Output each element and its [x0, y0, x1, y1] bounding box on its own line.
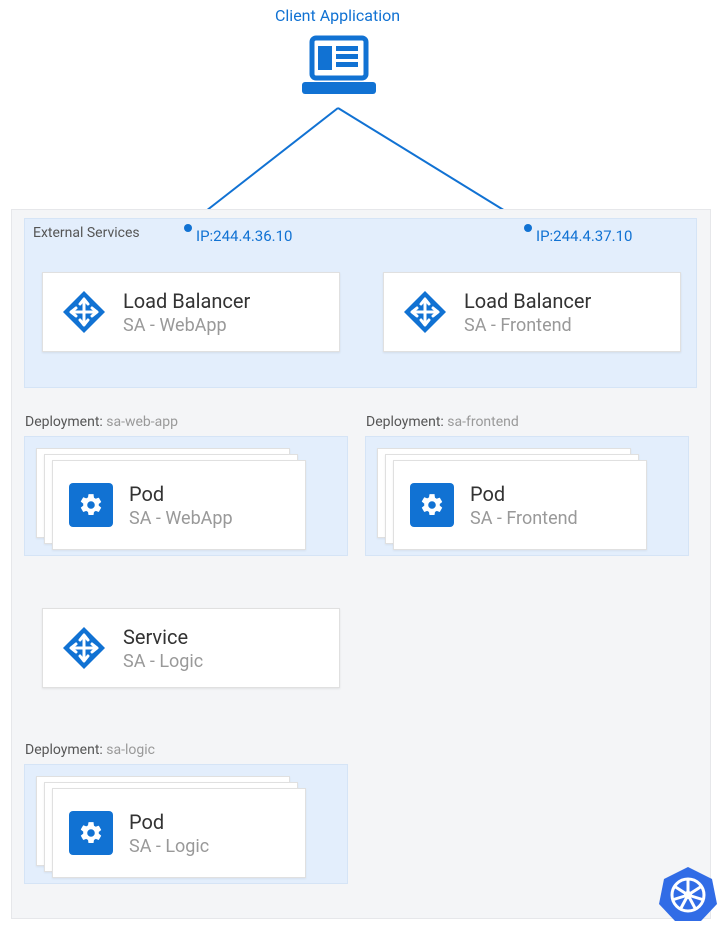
- deployment-label: Deployment: sa-web-app: [25, 414, 178, 430]
- deployment-label: Deployment: sa-frontend: [366, 414, 519, 430]
- endpoint-dot: [524, 224, 532, 232]
- deployment-label-value: sa-frontend: [447, 414, 519, 430]
- gear-icon: [69, 483, 113, 527]
- card-title: Pod: [129, 810, 209, 834]
- external-services-label: External Services: [33, 225, 140, 241]
- card-title: Pod: [129, 482, 233, 506]
- card-subtitle: SA - Logic: [123, 651, 203, 672]
- service-icon: [61, 625, 107, 671]
- pod-webapp-card: Pod SA - WebApp: [52, 460, 306, 550]
- kubernetes-icon: [658, 864, 718, 924]
- card-subtitle: SA - WebApp: [123, 315, 250, 336]
- client-app-label: Client Application: [275, 6, 400, 25]
- load-balancer-icon: [402, 289, 448, 335]
- deployment-label-prefix: Deployment:: [25, 414, 106, 430]
- load-balancer-left-card: Load Balancer SA - WebApp: [42, 272, 340, 352]
- card-subtitle: SA - Frontend: [464, 315, 591, 336]
- card-title: Pod: [470, 482, 578, 506]
- deployment-label-prefix: Deployment:: [25, 742, 106, 758]
- deployment-label: Deployment: sa-logic: [25, 742, 155, 758]
- load-balancer-right-card: Load Balancer SA - Frontend: [383, 272, 681, 352]
- gear-icon: [69, 811, 113, 855]
- pod-logic-card: Pod SA - Logic: [52, 788, 306, 878]
- card-title: Load Balancer: [464, 289, 591, 313]
- deployment-label-prefix: Deployment:: [366, 414, 447, 430]
- laptop-icon: [302, 34, 376, 104]
- card-subtitle: SA - Logic: [129, 836, 209, 857]
- load-balancer-icon: [61, 289, 107, 335]
- gear-icon: [410, 483, 454, 527]
- card-title: Service: [123, 625, 203, 649]
- deployment-label-value: sa-logic: [106, 742, 155, 758]
- card-subtitle: SA - WebApp: [129, 508, 233, 529]
- pod-frontend-card: Pod SA - Frontend: [393, 460, 647, 550]
- card-title: Load Balancer: [123, 289, 250, 313]
- endpoint-dot: [184, 224, 192, 232]
- card-subtitle: SA - Frontend: [470, 508, 578, 529]
- ip-label-left: IP:244.4.36.10: [196, 227, 292, 245]
- deployment-label-value: sa-web-app: [106, 414, 178, 430]
- service-logic-card: Service SA - Logic: [42, 608, 340, 688]
- ip-label-right: IP:244.4.37.10: [536, 227, 632, 245]
